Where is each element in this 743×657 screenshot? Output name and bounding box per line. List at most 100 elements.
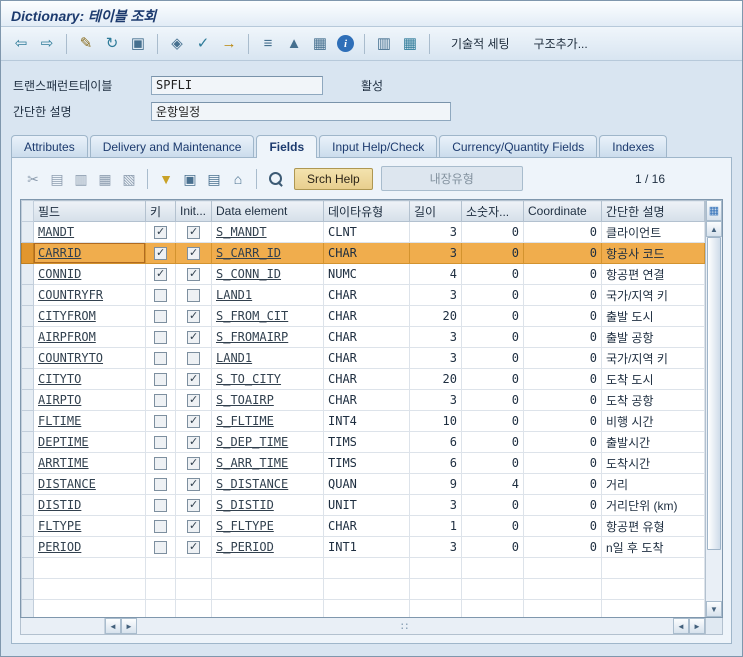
init-checkbox-cell[interactable] bbox=[175, 263, 212, 285]
sort-icon[interactable]: ▲ bbox=[282, 32, 306, 56]
back-icon[interactable]: ⇦ bbox=[9, 32, 33, 56]
vertical-scrollbar-thumb[interactable] bbox=[707, 237, 721, 551]
data-element-link[interactable]: S_PERIOD bbox=[216, 540, 274, 554]
field-link[interactable]: DEPTIME bbox=[38, 435, 89, 449]
data-element-link[interactable]: LAND1 bbox=[216, 288, 252, 302]
filter-icon[interactable]: ▼ bbox=[155, 168, 177, 190]
where-used-icon[interactable]: ◈ bbox=[165, 32, 189, 56]
key-checkbox-cell[interactable] bbox=[145, 263, 176, 285]
row-selector[interactable] bbox=[21, 368, 34, 390]
forward-icon[interactable]: ⇨ bbox=[35, 32, 59, 56]
row-selector[interactable] bbox=[21, 305, 34, 327]
row-selector[interactable] bbox=[21, 263, 34, 285]
scroll-left-end-icon[interactable]: ◄ bbox=[673, 618, 689, 634]
table-name-field[interactable]: SPFLI bbox=[151, 75, 323, 95]
copy-icon[interactable]: ▣ bbox=[126, 32, 150, 56]
row-selector[interactable] bbox=[21, 326, 34, 348]
table-settings-icon[interactable]: ▦ bbox=[706, 200, 722, 221]
scroll-left-icon[interactable]: ◄ bbox=[105, 618, 121, 634]
field-link[interactable]: FLTIME bbox=[38, 414, 81, 428]
scroll-up-icon[interactable]: ▲ bbox=[706, 221, 722, 237]
init-checkbox-cell[interactable] bbox=[175, 494, 212, 516]
init-checkbox-cell[interactable] bbox=[175, 410, 212, 432]
data-element-link[interactable]: S_MANDT bbox=[216, 225, 267, 239]
field-link[interactable]: AIRPTO bbox=[38, 393, 81, 407]
goto-icon[interactable]: → bbox=[217, 32, 241, 56]
data-element-link[interactable]: S_FLTYPE bbox=[216, 519, 274, 533]
tab-delivery-and-maintenance[interactable]: Delivery and Maintenance bbox=[89, 135, 255, 157]
data-element-link[interactable]: S_DEP_TIME bbox=[216, 435, 288, 449]
init-checkbox-cell[interactable] bbox=[175, 284, 212, 306]
hierarchy-icon[interactable]: ≡ bbox=[256, 32, 280, 56]
append-structure-button[interactable]: 구조추가... bbox=[524, 31, 598, 56]
key-checkbox-cell[interactable] bbox=[145, 536, 176, 558]
init-checkbox-cell[interactable] bbox=[175, 452, 212, 474]
key-checkbox-cell[interactable] bbox=[145, 221, 176, 243]
field-link[interactable]: COUNTRYFR bbox=[38, 288, 103, 302]
key-checkbox-cell[interactable] bbox=[145, 305, 176, 327]
row-selector[interactable] bbox=[21, 494, 34, 516]
key-checkbox-cell[interactable] bbox=[145, 326, 176, 348]
insert-row-icon[interactable]: ▦ bbox=[94, 168, 116, 190]
key-checkbox-cell[interactable] bbox=[145, 452, 176, 474]
init-checkbox-cell[interactable] bbox=[175, 536, 212, 558]
data-element-link[interactable]: S_DISTANCE bbox=[216, 477, 288, 491]
horizontal-scrollbar-track[interactable]: ∷ bbox=[137, 618, 673, 634]
period-icon[interactable]: ▤ bbox=[203, 168, 225, 190]
check-icon[interactable]: ✓ bbox=[191, 32, 215, 56]
column-header-length[interactable]: 길이 bbox=[409, 200, 462, 222]
row-selector[interactable] bbox=[21, 452, 34, 474]
home-icon[interactable]: ⌂ bbox=[227, 168, 249, 190]
row-selector[interactable] bbox=[21, 221, 34, 243]
data-element-link[interactable]: S_CARR_ID bbox=[216, 246, 281, 260]
tab-indexes[interactable]: Indexes bbox=[599, 135, 668, 157]
field-link[interactable]: CARRID bbox=[38, 246, 81, 260]
column-header-coordinate[interactable]: Coordinate bbox=[523, 200, 602, 222]
column-header-decimals[interactable]: 소숫자... bbox=[461, 200, 524, 222]
key-checkbox-cell[interactable] bbox=[145, 431, 176, 453]
field-link[interactable]: COUNTRYTO bbox=[38, 351, 103, 365]
data-element-link[interactable]: S_TO_CITY bbox=[216, 372, 281, 386]
cut-icon[interactable]: ✂ bbox=[22, 168, 44, 190]
vertical-scrollbar[interactable]: ▦ ▲ ▼ bbox=[705, 200, 722, 617]
init-checkbox-cell[interactable] bbox=[175, 326, 212, 348]
key-checkbox-cell[interactable] bbox=[145, 494, 176, 516]
init-checkbox-cell[interactable] bbox=[175, 242, 212, 264]
display-change-icon[interactable]: ✎ bbox=[74, 32, 98, 56]
data-element-link[interactable]: S_CONN_ID bbox=[216, 267, 281, 281]
init-checkbox-cell[interactable] bbox=[175, 473, 212, 495]
key-checkbox-cell[interactable] bbox=[145, 389, 176, 411]
key-checkbox-cell[interactable] bbox=[145, 473, 176, 495]
field-link[interactable]: AIRPFROM bbox=[38, 330, 96, 344]
row-selector[interactable] bbox=[21, 431, 34, 453]
field-link[interactable]: DISTID bbox=[38, 498, 81, 512]
scroll-right-icon[interactable]: ► bbox=[121, 618, 137, 634]
horizontal-scrollbar[interactable]: ◄ ► ∷ ◄ ► bbox=[20, 618, 723, 635]
runtime-object-icon[interactable]: ▥ bbox=[372, 32, 396, 56]
field-link[interactable]: CITYTO bbox=[38, 372, 81, 386]
search-icon[interactable] bbox=[264, 168, 286, 190]
field-link[interactable]: CITYFROM bbox=[38, 309, 96, 323]
key-checkbox-cell[interactable] bbox=[145, 368, 176, 390]
field-link[interactable]: MANDT bbox=[38, 225, 74, 239]
table-display-icon[interactable]: ▦ bbox=[308, 32, 332, 56]
init-checkbox-cell[interactable] bbox=[175, 305, 212, 327]
tab-fields[interactable]: Fields bbox=[256, 135, 318, 158]
field-link[interactable]: DISTANCE bbox=[38, 477, 96, 491]
data-element-link[interactable]: S_FROMAIRP bbox=[216, 330, 288, 344]
table-contents-icon[interactable]: ▦ bbox=[398, 32, 422, 56]
delete-row-icon[interactable]: ▧ bbox=[118, 168, 140, 190]
vertical-scrollbar-track[interactable] bbox=[706, 237, 722, 601]
tab-attributes[interactable]: Attributes bbox=[11, 135, 88, 157]
builtin-type-button[interactable]: 내장유형 bbox=[380, 166, 523, 191]
key-checkbox-cell[interactable] bbox=[145, 515, 176, 537]
data-element-link[interactable]: S_FROM_CIT bbox=[216, 309, 288, 323]
key-checkbox-cell[interactable] bbox=[145, 347, 176, 369]
column-header-init[interactable]: Init... bbox=[175, 200, 212, 222]
row-selector[interactable] bbox=[21, 347, 34, 369]
data-element-link[interactable]: S_FLTIME bbox=[216, 414, 274, 428]
paste-rows-icon[interactable]: ▥ bbox=[70, 168, 92, 190]
key-checkbox-cell[interactable] bbox=[145, 284, 176, 306]
data-element-link[interactable]: S_TOAIRP bbox=[216, 393, 274, 407]
field-link[interactable]: FLTYPE bbox=[38, 519, 81, 533]
